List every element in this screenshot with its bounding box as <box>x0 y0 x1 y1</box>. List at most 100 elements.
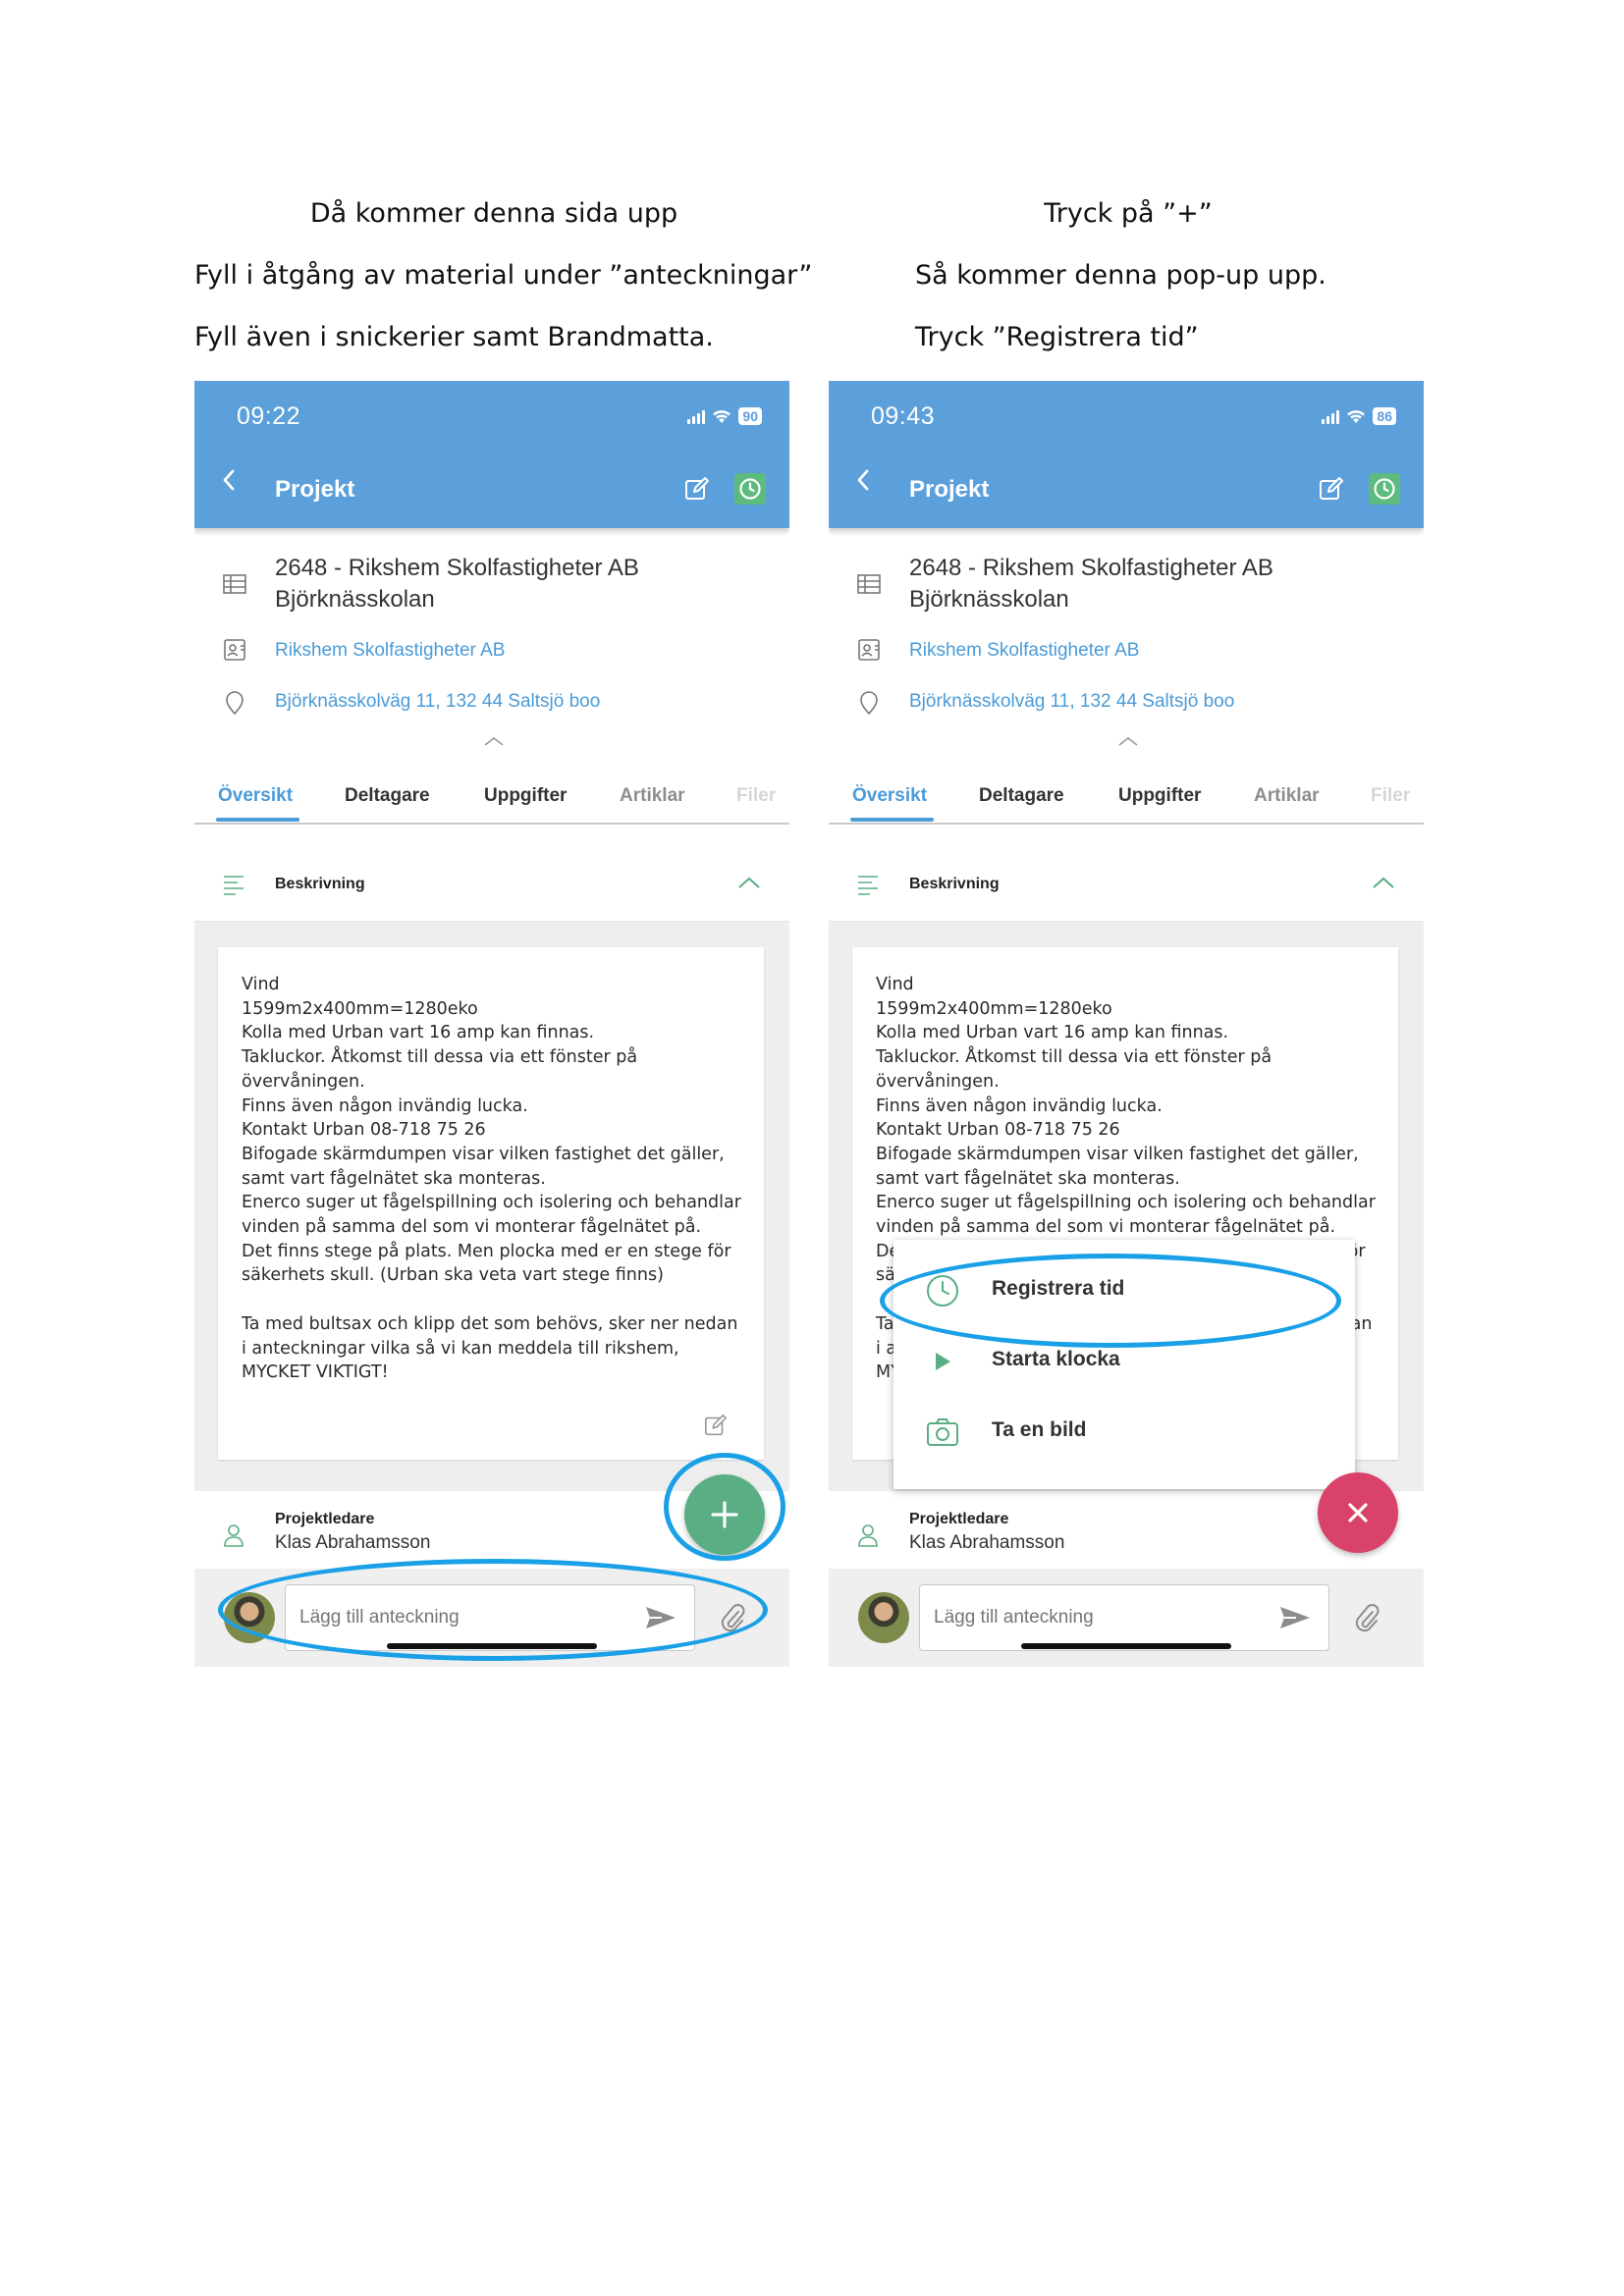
chevron-up-icon[interactable] <box>1371 874 1396 891</box>
section-title: Beskrivning <box>909 876 1000 892</box>
clock-icon <box>927 1275 958 1307</box>
address-link[interactable]: Björknässkolväg 11, 132 44 Saltsjö boo <box>275 691 600 713</box>
paperclip-icon[interactable] <box>1353 1602 1380 1633</box>
play-icon <box>936 1353 950 1370</box>
tab-bar: Översikt Deltagare Uppgifter Artiklar Fi… <box>829 774 1424 825</box>
person-name: Klas Abrahamsson <box>275 1532 431 1553</box>
person-role: Projektledare <box>909 1511 1009 1527</box>
clock-icon <box>1374 478 1395 500</box>
note-bar <box>829 1569 1424 1667</box>
customer-link[interactable]: Rikshem Skolfastigheter AB <box>909 640 1139 662</box>
battery-level: 90 <box>738 407 762 425</box>
phone-screenshot-left: 09:22 90 Projekt 2648 - Rikshem Skolfast… <box>194 381 789 1667</box>
avatar <box>858 1592 909 1643</box>
active-tab-indicator <box>216 818 299 822</box>
send-icon[interactable] <box>1278 1604 1312 1631</box>
right-instruction-2: Tryck ”Registrera tid” <box>915 322 1199 352</box>
left-heading: Då kommer denna sida upp <box>309 198 678 229</box>
page-title: Projekt <box>909 476 990 503</box>
action-popup-menu: Registrera tid Starta klocka Ta en bild <box>893 1240 1355 1489</box>
person-role: Projektledare <box>275 1511 375 1527</box>
tab-uppgifter[interactable]: Uppgifter <box>484 785 567 807</box>
description-text: Vind 1599m2x400mm=1280eko Kolla med Urba… <box>242 975 741 1383</box>
phone-screenshot-right: 09:43 86 Projekt 2648 - Rikshem Skolfast… <box>829 381 1424 1667</box>
edit-icon[interactable] <box>683 475 711 503</box>
person-name: Klas Abrahamsson <box>909 1532 1065 1553</box>
right-instruction-1: Så kommer denna pop-up upp. <box>915 260 1326 291</box>
home-indicator <box>387 1643 597 1649</box>
menu-item-label: Starta klocka <box>992 1348 1120 1370</box>
text-lines-icon <box>858 876 878 895</box>
address-link[interactable]: Björknässkolväg 11, 132 44 Saltsjö boo <box>909 691 1234 713</box>
description-section-header[interactable]: Beskrivning <box>194 850 789 922</box>
tab-uppgifter[interactable]: Uppgifter <box>1118 785 1201 807</box>
chevron-up-icon[interactable] <box>736 874 762 891</box>
send-icon[interactable] <box>644 1604 677 1631</box>
tab-deltagare[interactable]: Deltagare <box>345 785 430 807</box>
back-chevron-icon[interactable] <box>218 467 240 493</box>
back-chevron-icon[interactable] <box>852 467 874 493</box>
battery-level: 86 <box>1373 407 1396 425</box>
menu-item-starta-klocka[interactable]: Starta klocka <box>893 1330 1355 1389</box>
paperclip-icon[interactable] <box>719 1602 746 1633</box>
description-card: Vind 1599m2x400mm=1280eko Kolla med Urba… <box>218 947 764 1460</box>
tab-bar: Översikt Deltagare Uppgifter Artiklar Fi… <box>194 774 789 825</box>
close-button[interactable] <box>1318 1472 1398 1553</box>
avatar <box>224 1592 275 1643</box>
page-title: Projekt <box>275 476 355 503</box>
status-icons: 86 <box>1322 406 1396 426</box>
menu-item-ta-en-bild[interactable]: Ta en bild <box>893 1401 1355 1460</box>
clock-icon <box>739 478 761 500</box>
table-icon <box>223 574 246 594</box>
tab-filer[interactable]: Filer <box>1371 785 1410 807</box>
collapse-caret-icon[interactable] <box>1116 734 1140 748</box>
text-lines-icon <box>224 876 244 895</box>
menu-item-label: Ta en bild <box>992 1418 1087 1441</box>
plus-icon <box>711 1501 738 1528</box>
contact-card-icon <box>224 639 245 661</box>
camera-icon <box>927 1418 958 1446</box>
edit-description-icon[interactable] <box>703 1413 729 1438</box>
status-time: 09:43 <box>871 402 936 430</box>
wifi-icon <box>713 410 731 423</box>
description-area: Vind 1599m2x400mm=1280eko Kolla med Urba… <box>194 922 789 1491</box>
signal-icon <box>1322 409 1340 424</box>
left-instruction-2: Fyll även i snickerier samt Brandmatta. <box>194 322 714 352</box>
clock-button[interactable] <box>1369 473 1400 505</box>
app-bar: 09:43 86 Projekt <box>829 381 1424 528</box>
left-instruction-1: Fyll i åtgång av material under ”anteckn… <box>194 260 813 291</box>
right-heading: Tryck på ”+” <box>1044 198 1213 229</box>
home-indicator <box>1021 1643 1231 1649</box>
edit-icon[interactable] <box>1318 475 1345 503</box>
location-pin-icon <box>860 691 878 716</box>
tab-deltagare[interactable]: Deltagare <box>979 785 1064 807</box>
person-icon <box>858 1524 878 1547</box>
tab-artiklar[interactable]: Artiklar <box>1254 785 1320 807</box>
menu-item-label: Registrera tid <box>992 1277 1125 1300</box>
tab-oversikt[interactable]: Översikt <box>852 785 927 807</box>
signal-icon <box>687 409 706 424</box>
tab-artiklar[interactable]: Artiklar <box>620 785 685 807</box>
add-button[interactable] <box>684 1474 765 1555</box>
location-pin-icon <box>226 691 244 716</box>
table-icon <box>857 574 881 594</box>
status-time: 09:22 <box>237 402 301 430</box>
close-icon <box>1348 1503 1368 1522</box>
project-name: 2648 - Rikshem Skolfastigheter AB Björknä… <box>909 555 1273 613</box>
collapse-caret-icon[interactable] <box>482 734 506 748</box>
note-input[interactable] <box>285 1584 695 1651</box>
status-icons: 90 <box>687 406 762 426</box>
tab-filer[interactable]: Filer <box>736 785 776 807</box>
note-bar <box>194 1569 789 1667</box>
customer-link[interactable]: Rikshem Skolfastigheter AB <box>275 640 505 662</box>
tab-oversikt[interactable]: Översikt <box>218 785 293 807</box>
active-tab-indicator <box>850 818 934 822</box>
app-bar: 09:22 90 Projekt <box>194 381 789 528</box>
clock-button[interactable] <box>734 473 766 505</box>
project-name: 2648 - Rikshem Skolfastigheter AB Björknä… <box>275 555 639 613</box>
menu-item-registrera-tid[interactable]: Registrera tid <box>893 1259 1355 1318</box>
description-section-header[interactable]: Beskrivning <box>829 850 1424 922</box>
wifi-icon <box>1347 410 1366 423</box>
note-input[interactable] <box>919 1584 1329 1651</box>
contact-card-icon <box>858 639 880 661</box>
